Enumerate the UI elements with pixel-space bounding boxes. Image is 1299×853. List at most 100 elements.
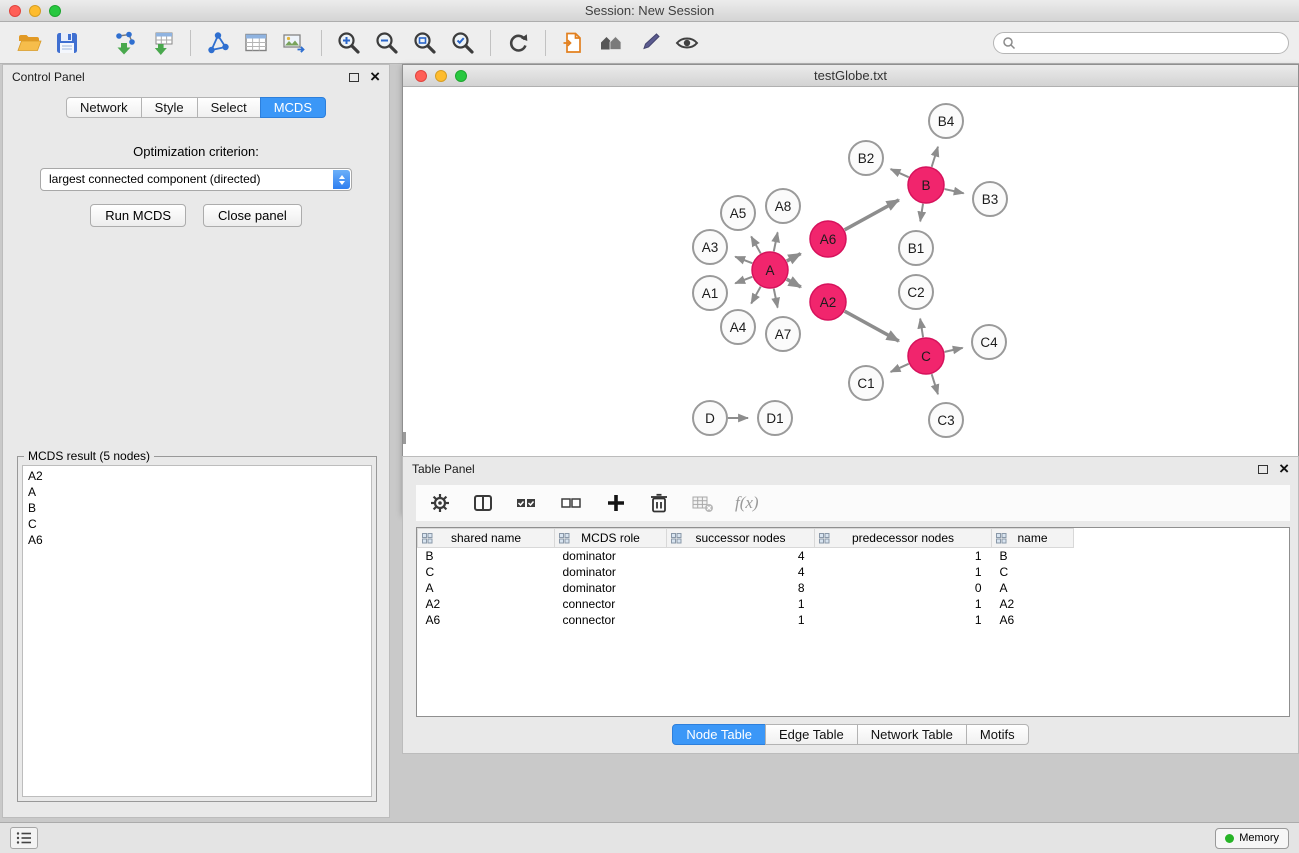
add-button[interactable] [604, 486, 628, 520]
float-panel-icon[interactable] [349, 73, 359, 82]
tab-edge-table[interactable]: Edge Table [765, 724, 858, 745]
graph-node-C1[interactable]: C1 [849, 366, 883, 400]
cell-predecessor-nodes[interactable]: 1 [815, 596, 992, 612]
cell-name[interactable]: C [992, 564, 1074, 580]
table-settings-button[interactable] [428, 486, 452, 520]
tab-select[interactable]: Select [197, 97, 261, 118]
maximize-window-icon[interactable] [49, 5, 61, 17]
table-row[interactable]: A6connector11A6 [418, 612, 1290, 628]
close-window-icon[interactable] [415, 70, 427, 82]
criterion-dropdown[interactable]: largest connected component (directed) [40, 168, 352, 191]
cell-name[interactable]: B [992, 548, 1074, 564]
tab-network[interactable]: Network [66, 97, 142, 118]
tab-network-table[interactable]: Network Table [857, 724, 967, 745]
new-network-button[interactable] [199, 26, 237, 60]
column-header-predecessor-nodes[interactable]: predecessor nodes [815, 529, 992, 548]
graph-node-A3[interactable]: A3 [693, 230, 727, 264]
graph-edge-A-A4[interactable] [751, 287, 760, 304]
column-header-MCDS-role[interactable]: MCDS role [555, 529, 667, 548]
graph-edge-A-A7[interactable] [774, 289, 778, 308]
select-all-button[interactable] [514, 486, 540, 520]
cell-predecessor-nodes[interactable]: 1 [815, 564, 992, 580]
deselect-all-button[interactable] [559, 486, 585, 520]
network-graph[interactable]: B4B2BB3B1A5A8A6A3AA1A2C2A4A7C4CC1C3DD1 [403, 87, 1298, 513]
cell-successor-nodes[interactable]: 8 [667, 580, 815, 596]
graph-edge-A6-B[interactable] [845, 200, 899, 230]
cell-MCDS-role[interactable]: dominator [555, 548, 667, 564]
close-panel-icon[interactable]: × [1279, 462, 1289, 476]
search-input[interactable] [1020, 36, 1280, 50]
task-history-button[interactable] [10, 827, 38, 849]
graph-node-D1[interactable]: D1 [758, 401, 792, 435]
graph-edge-A2-C[interactable] [845, 311, 899, 341]
cell-predecessor-nodes[interactable]: 1 [815, 612, 992, 628]
graph-edge-C-C3[interactable] [932, 374, 938, 394]
cell-successor-nodes[interactable]: 4 [667, 564, 815, 580]
table-row[interactable]: Bdominator41B [418, 548, 1290, 564]
graph-node-C2[interactable]: C2 [899, 275, 933, 309]
table-row[interactable]: Adominator80A [418, 580, 1290, 596]
delete-button[interactable] [647, 486, 671, 520]
mcds-result-item[interactable]: A2 [23, 468, 371, 484]
cell-predecessor-nodes[interactable]: 1 [815, 548, 992, 564]
graph-node-C4[interactable]: C4 [972, 325, 1006, 359]
cell-shared-name[interactable]: A2 [418, 596, 555, 612]
graph-node-A[interactable]: A [752, 252, 788, 288]
column-header-name[interactable]: name [992, 529, 1074, 548]
network-window-titlebar[interactable]: testGlobe.txt [403, 65, 1298, 87]
zoom-fit-button[interactable] [406, 26, 444, 60]
graph-node-C3[interactable]: C3 [929, 403, 963, 437]
graph-edge-A-A3[interactable] [735, 257, 752, 264]
cell-shared-name[interactable]: A [418, 580, 555, 596]
tab-style[interactable]: Style [141, 97, 198, 118]
save-session-button[interactable] [48, 26, 86, 60]
zoom-in-button[interactable] [330, 26, 368, 60]
mcds-result-item[interactable]: A6 [23, 532, 371, 548]
graph-node-A4[interactable]: A4 [721, 310, 755, 344]
graph-edge-B-B1[interactable] [920, 204, 923, 222]
graph-node-A6[interactable]: A6 [810, 221, 846, 257]
graph-node-C[interactable]: C [908, 338, 944, 374]
export-image-button[interactable] [275, 26, 313, 60]
cell-MCDS-role[interactable]: dominator [555, 580, 667, 596]
show-table-button[interactable] [237, 26, 275, 60]
mcds-result-item[interactable]: C [23, 516, 371, 532]
cell-successor-nodes[interactable]: 1 [667, 596, 815, 612]
graph-edge-A-A2[interactable] [787, 279, 801, 287]
graph-edge-B-B2[interactable] [891, 169, 909, 177]
export-document-button[interactable] [554, 26, 592, 60]
cell-name[interactable]: A2 [992, 596, 1074, 612]
function-builder-icon[interactable]: f(x) [735, 493, 759, 513]
column-header-successor-nodes[interactable]: successor nodes [667, 529, 815, 548]
search-box[interactable] [993, 32, 1289, 54]
close-panel-button[interactable]: Close panel [203, 204, 302, 227]
graph-edge-A-A5[interactable] [751, 237, 760, 254]
mcds-result-item[interactable]: B [23, 500, 371, 516]
zoom-out-button[interactable] [368, 26, 406, 60]
graph-node-D[interactable]: D [693, 401, 727, 435]
dropdown-stepper-icon[interactable] [333, 170, 350, 189]
zoom-selected-button[interactable] [444, 26, 482, 60]
minimize-window-icon[interactable] [435, 70, 447, 82]
delete-column-button[interactable] [690, 486, 716, 520]
import-network-button[interactable] [106, 26, 144, 60]
graph-edge-B-B3[interactable] [945, 189, 964, 193]
cell-shared-name[interactable]: A6 [418, 612, 555, 628]
graph-node-B2[interactable]: B2 [849, 141, 883, 175]
open-session-button[interactable] [10, 26, 48, 60]
graph-node-A7[interactable]: A7 [766, 317, 800, 351]
tab-motifs[interactable]: Motifs [966, 724, 1029, 745]
cell-successor-nodes[interactable]: 4 [667, 548, 815, 564]
graph-node-B4[interactable]: B4 [929, 104, 963, 138]
cell-predecessor-nodes[interactable]: 0 [815, 580, 992, 596]
network-canvas[interactable]: B4B2BB3B1A5A8A6A3AA1A2C2A4A7C4CC1C3DD1 [403, 87, 1298, 513]
annotation-button[interactable] [630, 26, 668, 60]
mcds-result-list[interactable]: A2ABCA6 [22, 465, 372, 797]
cell-shared-name[interactable]: C [418, 564, 555, 580]
memory-button[interactable]: Memory [1215, 828, 1289, 849]
show-hide-button[interactable] [668, 26, 706, 60]
graph-node-A2[interactable]: A2 [810, 284, 846, 320]
graph-node-A8[interactable]: A8 [766, 189, 800, 223]
cell-name[interactable]: A [992, 580, 1074, 596]
tab-node-table[interactable]: Node Table [672, 724, 766, 745]
